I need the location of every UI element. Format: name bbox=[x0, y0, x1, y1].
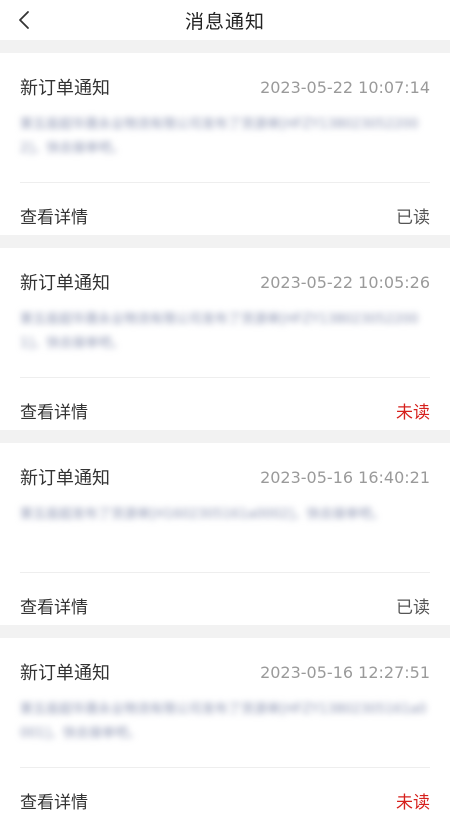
message-time: 2023-05-22 10:05:26 bbox=[260, 272, 430, 292]
message-card[interactable]: 新订单通知 2023-05-22 10:07:14 第五座超华晟永业物流有限公司… bbox=[0, 53, 450, 235]
message-time: 2023-05-22 10:07:14 bbox=[260, 77, 430, 97]
view-details-button[interactable]: 查看详情 bbox=[20, 593, 88, 618]
view-details-button[interactable]: 查看详情 bbox=[20, 203, 88, 228]
page-title: 消息通知 bbox=[184, 10, 265, 33]
message-title: 新订单通知 bbox=[20, 273, 110, 294]
message-card[interactable]: 新订单通知 2023-05-16 12:27:51 第五座超华晟永业物流有限公司… bbox=[0, 638, 450, 820]
divider bbox=[20, 767, 430, 768]
message-content: 第五座超发布了货源单[H1602305161a0002]，快去接单吧。 bbox=[20, 507, 385, 522]
nav-bar: 消息通知 bbox=[0, 0, 450, 40]
unread-status: 未读 bbox=[396, 792, 430, 813]
view-details-button[interactable]: 查看详情 bbox=[20, 788, 88, 813]
unread-status: 未读 bbox=[396, 402, 430, 423]
message-content: 第五座超华晟永业物流有限公司发布了货源单[HFZY1380230522002]，… bbox=[20, 117, 419, 156]
message-content: 第五座超华晟永业物流有限公司发布了货源单[HFZY13802305161a000… bbox=[20, 702, 427, 741]
message-title: 新订单通知 bbox=[20, 78, 110, 99]
message-card[interactable]: 新订单通知 2023-05-16 16:40:21 第五座超发布了货源单[H16… bbox=[0, 443, 450, 625]
message-time: 2023-05-16 16:40:21 bbox=[260, 467, 430, 487]
read-status: 已读 bbox=[396, 597, 430, 618]
read-status: 已读 bbox=[396, 207, 430, 228]
back-button[interactable] bbox=[8, 0, 40, 40]
divider bbox=[20, 377, 430, 378]
divider bbox=[20, 572, 430, 573]
message-card[interactable]: 新订单通知 2023-05-22 10:05:26 第五座超华晟永业物流有限公司… bbox=[0, 248, 450, 430]
message-content: 第五座超华晟永业物流有限公司发布了货源单[HFZY1380230522001]，… bbox=[20, 312, 419, 351]
message-list: 新订单通知 2023-05-22 10:07:14 第五座超华晟永业物流有限公司… bbox=[0, 40, 450, 820]
divider bbox=[20, 182, 430, 183]
view-details-button[interactable]: 查看详情 bbox=[20, 398, 88, 423]
chevron-left-icon bbox=[19, 11, 29, 29]
message-title: 新订单通知 bbox=[20, 663, 110, 684]
message-time: 2023-05-16 12:27:51 bbox=[260, 662, 430, 682]
message-title: 新订单通知 bbox=[20, 468, 110, 489]
